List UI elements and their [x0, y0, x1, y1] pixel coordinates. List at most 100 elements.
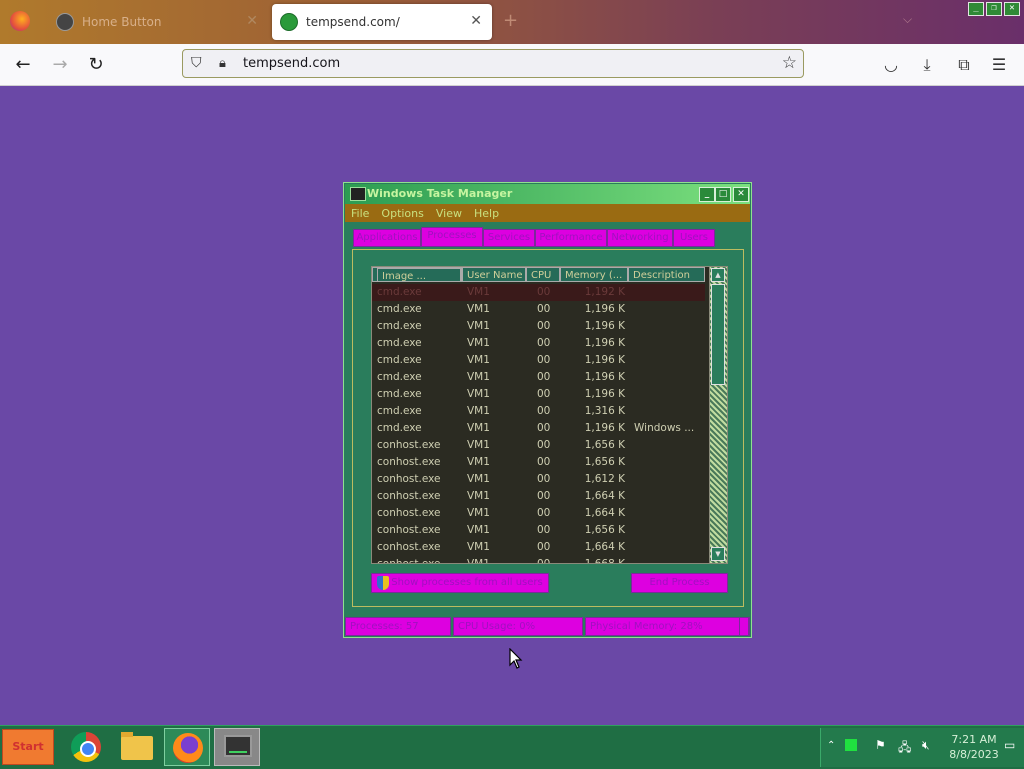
mouse-cursor-icon	[509, 648, 523, 669]
scroll-down-arrow-icon[interactable]: ▼	[711, 547, 725, 561]
forward-arrow-icon[interactable]: →	[49, 54, 71, 76]
column-memory[interactable]: Memory (...	[560, 267, 628, 282]
clock[interactable]: 7:21 AM 8/8/2023	[949, 732, 999, 762]
show-desktop-icon[interactable]: ▭	[1004, 738, 1015, 752]
process-cpu: 00	[537, 405, 551, 417]
action-center-flag-icon[interactable]: ⚑	[875, 738, 886, 752]
tracking-shield-icon[interactable]: ⛉	[191, 55, 202, 71]
process-row[interactable]: conhost.exe VM1 00 1,668 K	[372, 556, 705, 564]
menu-file[interactable]: File	[345, 204, 375, 222]
extensions-icon[interactable]: ⧉	[953, 54, 975, 76]
column-description[interactable]: Description	[628, 267, 705, 282]
address-bar[interactable]: ⛉ 🔒︎ tempsend.com ☆	[182, 49, 804, 78]
process-description: Windows ...	[634, 422, 695, 434]
task-manager-tabs: Applications Processes Services Performa…	[353, 227, 745, 248]
process-row[interactable]: cmd.exe VM1 00 1,316 K	[372, 403, 705, 420]
process-row[interactable]: conhost.exe VM1 00 1,664 K	[372, 539, 705, 556]
minimize-button[interactable]: _	[968, 2, 984, 16]
process-cpu: 00	[537, 388, 551, 400]
process-image-name: conhost.exe	[377, 456, 441, 468]
tab-close-icon[interactable]: ✕	[246, 13, 258, 29]
tm-minimize-button[interactable]: _	[699, 187, 715, 202]
process-cpu: 00	[537, 558, 551, 564]
uac-shield-icon	[377, 576, 389, 590]
tab-networking[interactable]: Networking	[607, 229, 673, 247]
menu-hamburger-icon[interactable]: ☰	[988, 54, 1010, 76]
process-row[interactable]: cmd.exe VM1 00 1,196 K	[372, 335, 705, 352]
column-image-name[interactable]: Image ...▲	[372, 267, 462, 282]
process-row[interactable]: cmd.exe VM1 00 1,196 K	[372, 386, 705, 403]
process-row[interactable]: cmd.exe VM1 00 1,196 K	[372, 369, 705, 386]
process-memory: 1,656 K	[584, 439, 625, 451]
process-list[interactable]: Image ...▲ User Name CPU Memory (... Des…	[371, 266, 728, 564]
start-button[interactable]: Start	[2, 729, 54, 765]
back-arrow-icon[interactable]: ←	[12, 54, 34, 76]
process-memory: 1,664 K	[584, 507, 625, 519]
process-user-name: VM1	[467, 439, 490, 451]
show-hidden-icons-chevron-icon[interactable]: ⌃	[827, 740, 835, 751]
process-image-name: cmd.exe	[377, 286, 422, 298]
column-cpu[interactable]: CPU	[526, 267, 560, 282]
process-row[interactable]: conhost.exe VM1 00 1,612 K	[372, 471, 705, 488]
tab-processes[interactable]: Processes	[421, 227, 483, 247]
network-icon[interactable]: 🖧︎	[898, 738, 911, 759]
show-all-processes-button[interactable]: Show processes from all users	[371, 573, 549, 593]
green-status-icon[interactable]	[845, 739, 857, 751]
tab-close-icon[interactable]: ✕	[470, 13, 482, 29]
tab-tempsend[interactable]: tempsend.com/ ✕	[272, 4, 492, 40]
process-list-scrollbar[interactable]: ▲ ▼	[709, 267, 727, 563]
url-text[interactable]: tempsend.com	[243, 56, 340, 71]
task-manager-title-bar[interactable]: Windows Task Manager _ □ ✕	[345, 184, 750, 204]
lock-icon[interactable]: 🔒︎	[219, 56, 226, 71]
pocket-icon[interactable]: ◡	[880, 54, 902, 76]
process-row[interactable]: cmd.exe VM1 00 1,192 K	[372, 284, 705, 301]
tab-services[interactable]: Services	[483, 229, 535, 247]
process-row[interactable]: cmd.exe VM1 00 1,196 K	[372, 318, 705, 335]
menu-help[interactable]: Help	[468, 204, 505, 222]
resize-grip[interactable]	[739, 617, 749, 636]
process-row[interactable]: conhost.exe VM1 00 1,656 K	[372, 454, 705, 471]
firefox-icon	[173, 733, 203, 763]
list-all-tabs-chevron-icon[interactable]: ⌵	[903, 12, 912, 27]
close-button[interactable]: ✕	[1004, 2, 1020, 16]
volume-muted-icon[interactable]: 🔇︎	[922, 738, 930, 753]
scroll-up-arrow-icon[interactable]: ▲	[711, 268, 725, 282]
downloads-icon[interactable]: ⤓	[916, 54, 938, 76]
reload-icon[interactable]: ↻	[85, 54, 107, 76]
process-rows: cmd.exe VM1 00 1,192 Kcmd.exe VM1 00 1,196 Kcm…	[372, 284, 705, 564]
process-row[interactable]: conhost.exe VM1 00 1,656 K	[372, 437, 705, 454]
taskbar-task-manager[interactable]	[214, 728, 260, 766]
process-user-name: VM1	[467, 354, 490, 366]
menu-view[interactable]: View	[430, 204, 468, 222]
tab-home-button[interactable]: Home Button ✕	[48, 4, 268, 40]
tab-applications[interactable]: Applications	[353, 229, 421, 247]
tab-performance[interactable]: Performance	[535, 229, 607, 247]
process-row[interactable]: cmd.exe VM1 00 1,196 K	[372, 352, 705, 369]
maximize-button[interactable]: ❐	[986, 2, 1002, 16]
tm-maximize-button[interactable]: □	[715, 187, 731, 202]
scroll-thumb[interactable]	[711, 284, 725, 385]
task-manager-icon	[224, 735, 252, 757]
process-user-name: VM1	[467, 558, 490, 564]
taskbar-chrome[interactable]	[64, 728, 110, 766]
process-cpu: 00	[537, 371, 551, 383]
end-process-button[interactable]: End Process	[631, 573, 728, 593]
menu-options[interactable]: Options	[375, 204, 429, 222]
process-row[interactable]: cmd.exe VM1 00 1,196 K Windows ...	[372, 420, 705, 437]
process-row[interactable]: conhost.exe VM1 00 1,656 K	[372, 522, 705, 539]
taskbar-firefox[interactable]	[164, 728, 210, 766]
column-user-name[interactable]: User Name	[462, 267, 526, 282]
new-tab-button[interactable]: +	[503, 10, 518, 31]
tab-title: Home Button	[82, 15, 162, 29]
bookmark-star-icon[interactable]: ☆	[782, 53, 797, 73]
process-row[interactable]: conhost.exe VM1 00 1,664 K	[372, 505, 705, 522]
process-row[interactable]: conhost.exe VM1 00 1,664 K	[372, 488, 705, 505]
process-memory: 1,192 K	[584, 286, 625, 298]
process-memory: 1,656 K	[584, 524, 625, 536]
process-cpu: 00	[537, 473, 551, 485]
process-row[interactable]: cmd.exe VM1 00 1,196 K	[372, 301, 705, 318]
tab-users[interactable]: Users	[673, 229, 715, 247]
tm-close-button[interactable]: ✕	[733, 187, 749, 202]
firefox-view-icon[interactable]	[10, 11, 30, 31]
taskbar-file-explorer[interactable]	[114, 728, 160, 766]
